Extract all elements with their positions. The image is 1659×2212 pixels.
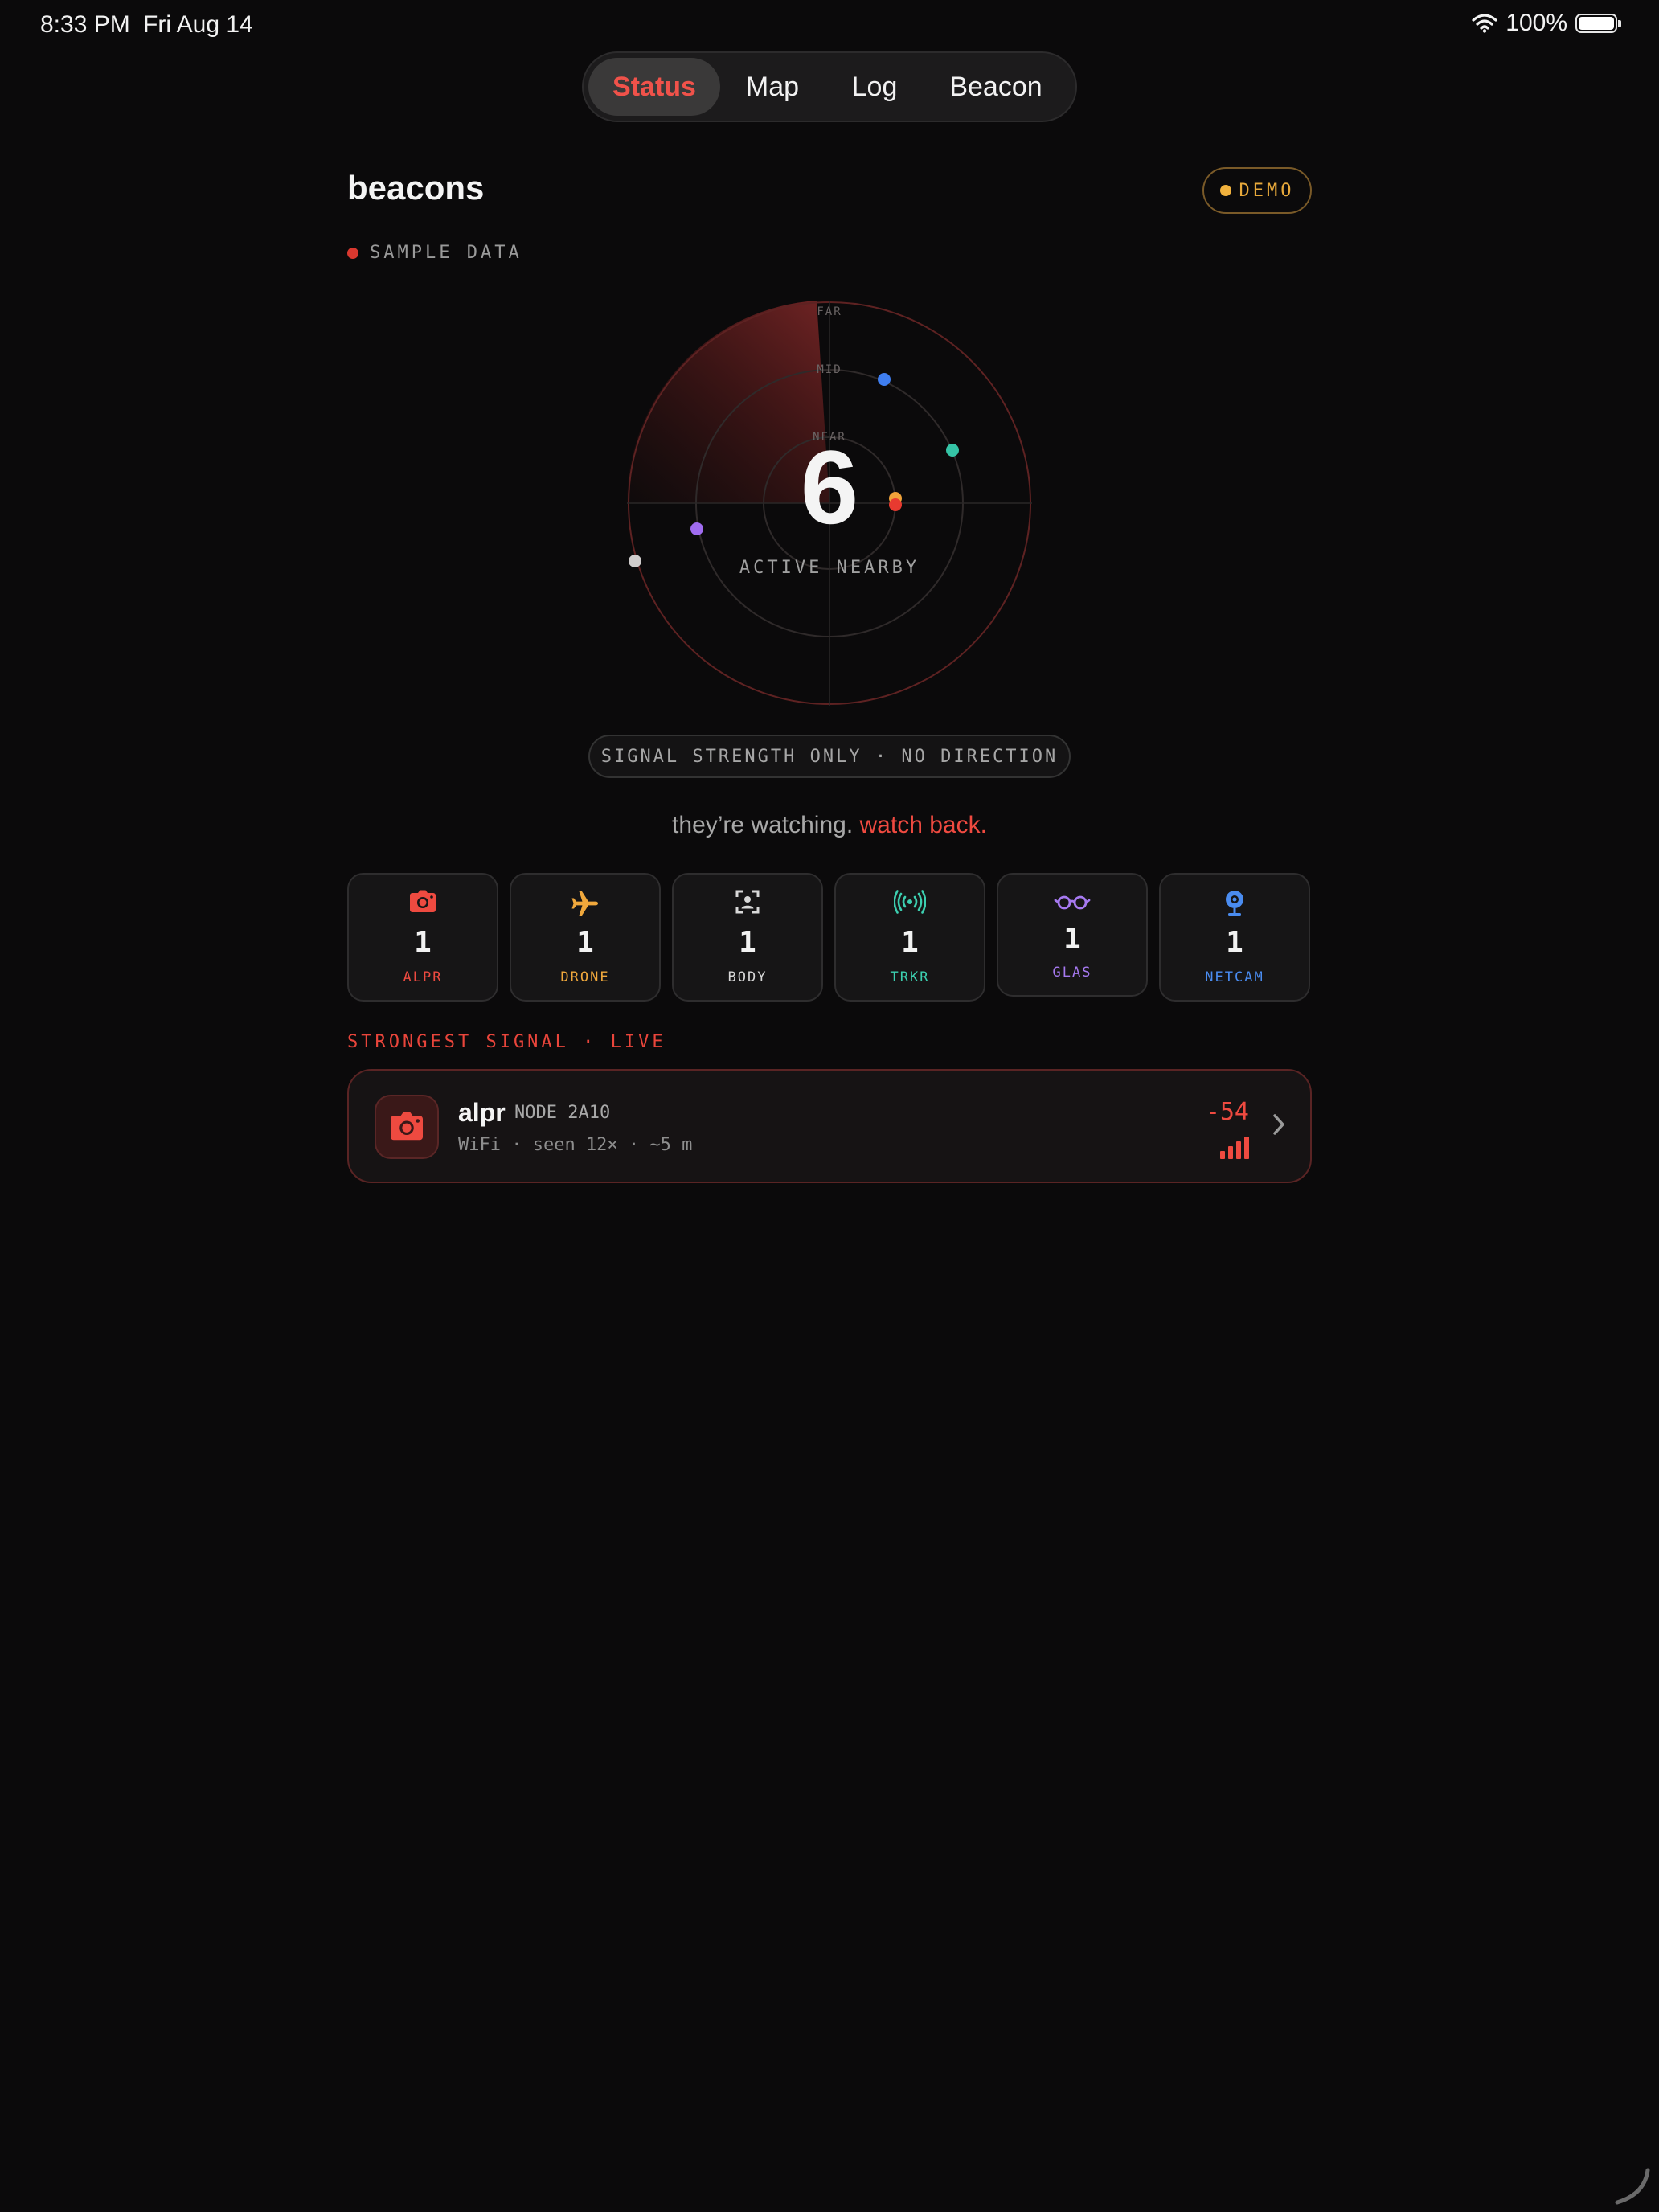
active-caption: ACTIVE NEARBY (739, 558, 920, 578)
tab-log[interactable]: Log (825, 58, 924, 116)
sample-data-indicator: SAMPLE DATA (347, 243, 522, 263)
camera-icon (410, 890, 436, 912)
chevron-right-icon[interactable] (1272, 1112, 1286, 1137)
category-card-body[interactable]: 1 BODY (672, 873, 823, 1002)
tagline-accent: watch back. (859, 812, 987, 838)
category-label: TRKR (890, 969, 930, 985)
demo-badge[interactable]: DEMO (1202, 167, 1312, 214)
category-card-netcam[interactable]: 1 NETCAM (1159, 873, 1310, 1002)
tab-map[interactable]: Map (720, 58, 825, 116)
status-icons: 100% (1472, 10, 1621, 37)
category-card-alpr[interactable]: 1 ALPR (347, 873, 498, 1002)
body-cam-icon (735, 890, 760, 914)
webcam-icon (1226, 891, 1243, 916)
category-label: NETCAM (1205, 969, 1264, 985)
category-label: BODY (727, 969, 768, 985)
tab-beacon[interactable]: Beacon (924, 58, 1067, 116)
wifi-icon (1472, 14, 1497, 33)
category-count: 1 (1226, 926, 1243, 959)
category-card-glasses[interactable]: 1 GLAS (997, 873, 1148, 997)
category-label: ALPR (403, 969, 443, 985)
signal-device-name: alpr (458, 1098, 506, 1127)
ring-label-mid: MID (817, 363, 842, 376)
category-label: DRONE (560, 969, 610, 985)
category-count: 1 (901, 926, 919, 959)
page-title: beacons (347, 169, 485, 207)
sample-label: SAMPLE DATA (370, 243, 522, 263)
category-grid: 1 ALPR 1 DRONE 1 BODY 1 TRKR 1 GLAS 1 NE… (347, 873, 1312, 1002)
tab-status[interactable]: Status (588, 58, 720, 116)
demo-dot (1219, 185, 1231, 196)
broadcast-icon (894, 890, 926, 914)
signal-node-id: NODE 2A10 (514, 1103, 611, 1123)
category-count: 1 (739, 926, 756, 959)
category-count: 1 (414, 926, 432, 959)
date: Fri Aug 14 (143, 11, 253, 38)
signal-strength-note: SIGNAL STRENGTH ONLY · NO DIRECTION (588, 735, 1071, 778)
category-label: GLAS (1052, 965, 1092, 981)
sample-dot (347, 247, 358, 259)
category-card-tracker[interactable]: 1 TRKR (834, 873, 985, 1002)
signal-bars-icon (1220, 1137, 1249, 1159)
demo-label: DEMO (1239, 180, 1295, 201)
category-count: 1 (576, 926, 594, 959)
tagline: they’re watching. watch back. (0, 812, 1659, 839)
camera-icon (391, 1112, 423, 1141)
category-card-drone[interactable]: 1 DRONE (510, 873, 661, 1002)
airplane-icon (571, 891, 598, 916)
status-bar: 8:33 PM Fri Aug 14 100% (0, 0, 1659, 51)
glasses-icon (1054, 895, 1091, 910)
battery-percent: 100% (1505, 10, 1567, 36)
signal-device-icon-tile (375, 1095, 439, 1159)
battery-icon (1575, 14, 1621, 33)
resize-handle-icon[interactable] (1612, 2167, 1651, 2206)
active-count: 6 (800, 428, 859, 546)
blip-netcam[interactable] (878, 373, 891, 386)
signal-rssi: -54 (1205, 1098, 1249, 1126)
ring-label-far: FAR (817, 305, 842, 318)
tab-bar: Status Map Log Beacon (582, 51, 1077, 122)
tagline-lead: they’re watching. (672, 812, 854, 838)
strongest-signal-heading: STRONGEST SIGNAL · LIVE (347, 1032, 666, 1052)
category-count: 1 (1063, 923, 1081, 956)
clock: 8:33 PM (40, 11, 130, 38)
signal-meta: WiFi · seen 12× · ~5 m (458, 1135, 693, 1155)
strongest-signal-row[interactable]: alpr NODE 2A10 WiFi · seen 12× · ~5 m -5… (347, 1069, 1312, 1183)
